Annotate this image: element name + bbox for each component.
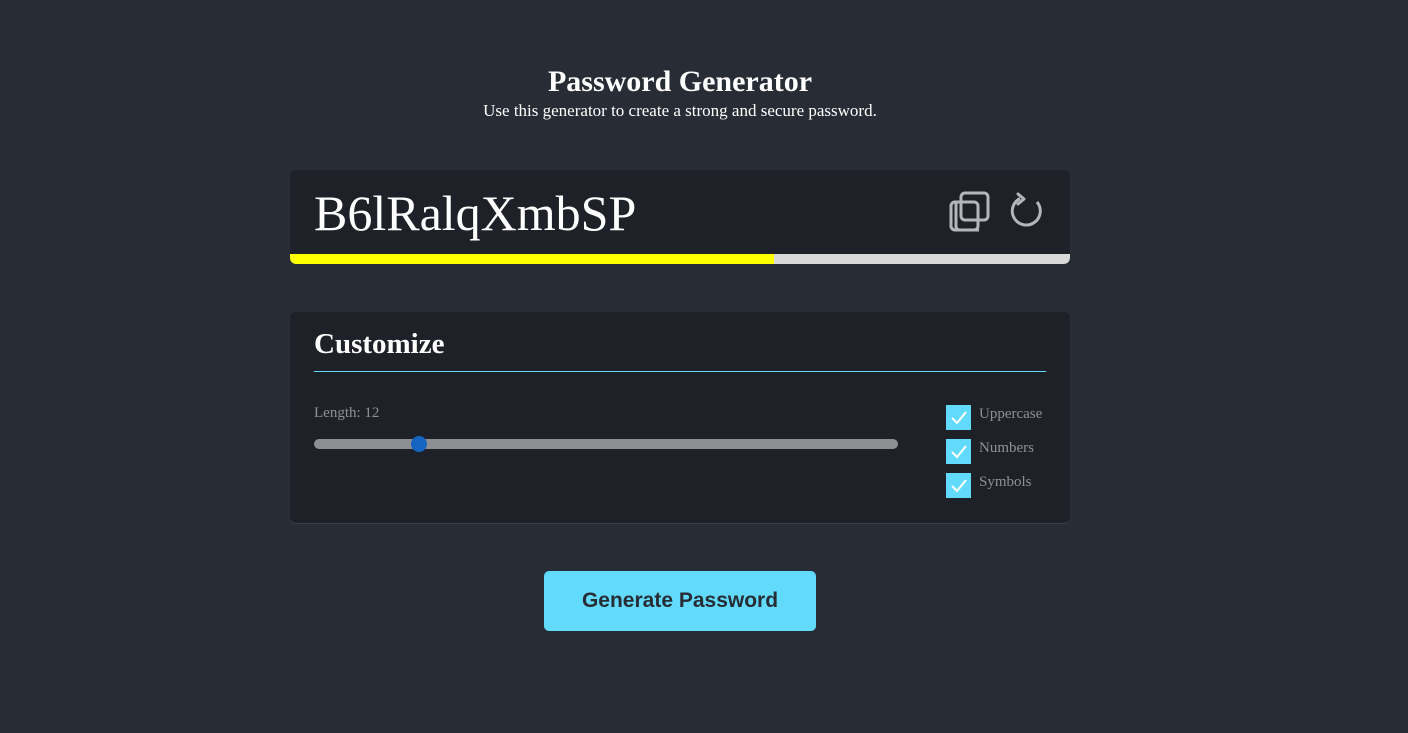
numbers-label: Numbers <box>979 440 1034 456</box>
symbols-checkbox[interactable] <box>946 473 971 498</box>
option-numbers[interactable]: Numbers <box>946 439 1042 473</box>
generated-password[interactable]: B6lRalqXmbSP <box>314 184 636 242</box>
checkmark-icon <box>950 478 967 492</box>
page-header: Password Generator Use this generator to… <box>0 64 1360 122</box>
strength-meter-fill <box>290 254 774 264</box>
strength-meter <box>290 254 1070 264</box>
length-slider[interactable] <box>314 436 898 452</box>
customize-title: Customize <box>314 328 445 360</box>
uppercase-checkbox[interactable] <box>946 405 971 430</box>
checkmark-icon <box>950 410 967 424</box>
customize-divider <box>314 371 1046 372</box>
length-slider-thumb[interactable] <box>411 436 428 452</box>
copy-button[interactable] <box>948 190 992 234</box>
page-title: Password Generator <box>547 65 813 98</box>
password-display-card: B6lRalqXmbSP <box>290 170 1070 264</box>
length-label: Length: 12 <box>314 405 380 421</box>
checkmark-icon <box>950 444 967 458</box>
numbers-checkbox[interactable] <box>946 439 971 464</box>
customize-panel: Customize Length: 12 Uppercase Numbers S… <box>290 312 1070 523</box>
option-uppercase[interactable]: Uppercase <box>946 405 1042 439</box>
character-options: Uppercase Numbers Symbols <box>946 405 1042 507</box>
generate-password-button[interactable]: Generate Password <box>544 571 816 631</box>
symbols-label: Symbols <box>979 474 1032 490</box>
uppercase-label: Uppercase <box>979 406 1043 422</box>
refresh-icon <box>1010 192 1042 227</box>
page-subtitle: Use this generator to create a strong an… <box>483 101 877 120</box>
copy-icon <box>949 191 990 232</box>
option-symbols[interactable]: Symbols <box>946 473 1042 507</box>
refresh-button[interactable] <box>1004 190 1048 234</box>
